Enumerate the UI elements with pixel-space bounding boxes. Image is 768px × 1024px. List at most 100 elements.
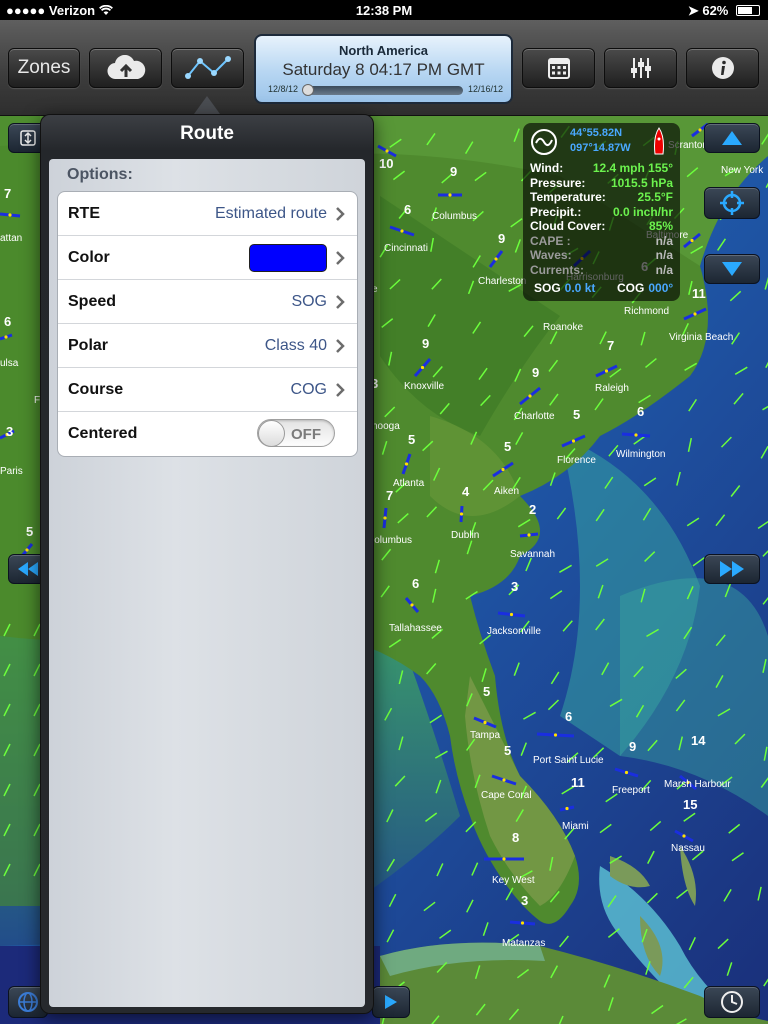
wind-speed-label: 9	[498, 231, 505, 246]
wind-speed-label: 6	[412, 576, 419, 591]
wind-speed-label: 6	[404, 202, 411, 217]
wind-speed-label: 7	[386, 488, 393, 503]
info-value: 12.4 mph 155°	[592, 161, 673, 175]
battery-icon	[736, 5, 760, 16]
color-swatch[interactable]	[249, 244, 327, 272]
wind-barb-dot	[690, 238, 694, 243]
wind-speed-label: 9	[450, 164, 457, 179]
edge-label: 6	[4, 314, 11, 329]
wind-barb-dot	[520, 921, 525, 925]
location-icon: ➤	[687, 3, 699, 18]
sog-readout: SOG 0.0 kt	[534, 281, 595, 295]
city-label: Key West	[492, 875, 535, 886]
course-row[interactable]: Course COG	[58, 368, 357, 412]
info-key: Wind:	[530, 161, 564, 175]
info-row: Pressure: 1015.5 hPa	[530, 176, 673, 190]
city-label: Tampa	[470, 730, 500, 741]
clock-button[interactable]	[704, 986, 760, 1018]
clock-icon	[721, 991, 743, 1013]
speed-row[interactable]: Speed SOG	[58, 280, 357, 324]
route-button[interactable]	[171, 48, 244, 88]
wind-barb-dot	[502, 778, 506, 782]
wind-barb-dot	[698, 128, 702, 132]
city-label: Freeport	[612, 785, 650, 796]
wind-barb-dot	[420, 365, 425, 370]
sliders-icon	[630, 58, 651, 78]
speed-label: Speed	[68, 293, 117, 310]
edge-label: attan	[0, 233, 22, 244]
city-label: Matanzas	[502, 938, 545, 949]
wind-barb-dot	[385, 149, 389, 153]
wind-speed-label: 9	[629, 739, 636, 754]
speed-value: SOG	[291, 293, 327, 310]
settings-sliders-button[interactable]	[604, 48, 677, 88]
options-label: Options:	[67, 166, 133, 183]
color-label: Color	[68, 249, 110, 266]
wind-speed-label: 2	[529, 502, 536, 517]
zones-button[interactable]: Zones	[8, 48, 80, 88]
wind-speed-label: 3	[511, 579, 518, 594]
zoom-out-button[interactable]	[704, 254, 760, 284]
wind-speed-label: 15	[683, 797, 697, 812]
time-slider-knob[interactable]	[302, 84, 314, 96]
wind-speed-label: 6	[565, 709, 572, 724]
city-label: Nassau	[671, 843, 705, 854]
chevron-right-icon	[336, 251, 345, 265]
wind-barb-dot	[4, 335, 8, 339]
region-label: North America	[338, 43, 429, 58]
city-label: New York	[721, 165, 764, 176]
wind-barb-dot	[501, 467, 505, 472]
wind-barb-dot	[571, 439, 576, 443]
wind-barb-dot	[502, 857, 506, 861]
city-label: Roanoke	[543, 322, 583, 333]
city-label: Cincinnati	[384, 243, 428, 254]
city-label: Knoxville	[404, 381, 444, 392]
wind-speed-label: 5	[483, 684, 490, 699]
cloud-upload-button[interactable]	[89, 48, 162, 88]
forward-button[interactable]	[704, 554, 760, 584]
wind-barb-dot	[553, 733, 558, 737]
wind-barb-dot	[448, 193, 452, 197]
point-info-panel: 44°55.82N 097°14.87W Wind: 12.4 mph 155° P…	[523, 123, 680, 301]
color-row[interactable]: Color	[58, 236, 357, 280]
cloud-upload-icon	[107, 55, 145, 80]
info-value: 85%	[648, 219, 673, 233]
latitude: 44°55.82N	[570, 127, 623, 139]
wind-barb-dot	[634, 433, 638, 437]
edge-label: 3	[6, 424, 13, 439]
play-button[interactable]	[372, 986, 410, 1018]
info-button[interactable]	[686, 48, 759, 88]
time-slider-track[interactable]	[305, 86, 463, 95]
wind-speed-label: 7	[607, 338, 614, 353]
wind-speed-label: 8	[512, 830, 519, 845]
wind-speed-label: 14	[691, 733, 706, 748]
date-time-panel[interactable]: North America Saturday 8 04:17 PM GMT 12…	[254, 34, 513, 104]
wind-barb-dot	[8, 213, 12, 217]
wind-barb-dot	[528, 394, 532, 398]
info-row: Precipit.: 0.0 inch/hr	[530, 205, 673, 219]
city-label: Charleston	[478, 276, 526, 287]
cog-label: COG	[617, 281, 645, 295]
info-row: Wind: 12.4 mph 155°	[530, 161, 673, 175]
zoom-in-button[interactable]	[704, 123, 760, 153]
calendar-button[interactable]	[522, 48, 595, 88]
cog-readout: COG 000°	[617, 281, 673, 295]
rte-row[interactable]: RTE Estimated route	[58, 192, 357, 236]
info-key: CAPE :	[530, 233, 571, 248]
resize-icon	[20, 130, 36, 146]
city-label: Jacksonville	[487, 626, 541, 637]
centered-toggle[interactable]: OFF	[257, 419, 335, 447]
forecast-datetime: Saturday 8 04:17 PM GMT	[282, 60, 485, 79]
polar-row[interactable]: Polar Class 40	[58, 324, 357, 368]
center-location-button[interactable]	[704, 187, 760, 219]
info-row: Currents: n/a	[530, 263, 673, 277]
city-label: Port Saint Lucie	[533, 755, 604, 766]
cog-value: 000°	[648, 281, 674, 295]
info-value: n/a	[655, 248, 673, 262]
info-key: Cloud Cover:	[530, 219, 606, 233]
wind-barb-dot	[494, 257, 498, 261]
wind-speed-label: 6	[637, 404, 644, 419]
edge-label: nooga	[372, 421, 400, 432]
city-label: Dublin	[451, 530, 479, 541]
wind-barb-dot	[400, 229, 404, 233]
